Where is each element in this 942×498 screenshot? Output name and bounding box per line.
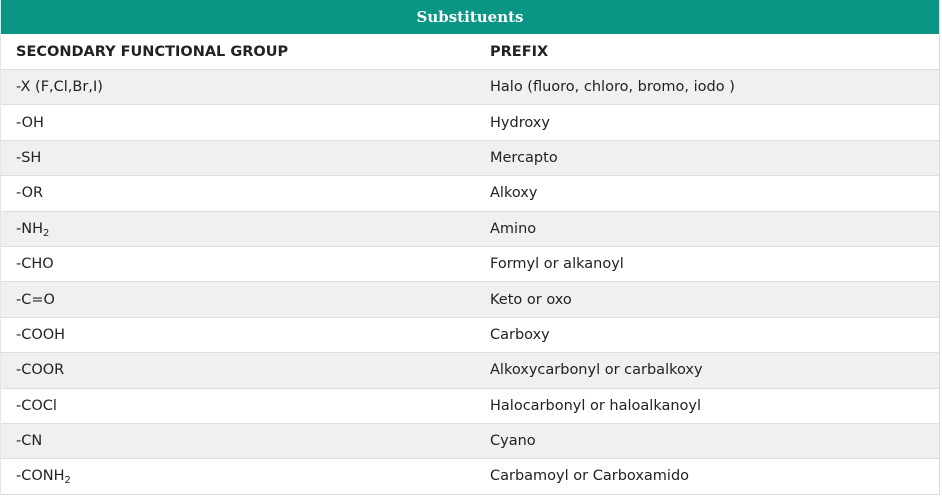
cell-functional-group: -OH — [1, 115, 490, 131]
cell-functional-group: -SH — [1, 150, 490, 166]
cell-functional-group: -COOH — [1, 327, 490, 343]
functional-group-formula: -C=O — [16, 291, 55, 308]
functional-group-formula: -COOH — [16, 326, 66, 343]
cell-prefix: Alkoxycarbonyl or carbalkoxy — [490, 362, 703, 379]
cell-functional-group: -X (F,Cl,Br,I) — [1, 79, 490, 95]
table-row: -COOH Carboxy — [1, 317, 939, 354]
table-row: -CHO Formyl or alkanoyl — [1, 246, 939, 283]
table-row: -CONH2 Carbamoyl or Carboxamido — [1, 459, 939, 495]
cell-functional-group: -OR — [1, 185, 490, 201]
functional-group-formula: -COOR — [16, 362, 65, 379]
table-row: -SH Mercapto — [1, 140, 939, 177]
table-header-row: SECONDARY FUNCTIONAL GROUP PREFIX — [1, 34, 939, 70]
cell-functional-group: -CONH2 — [1, 468, 490, 487]
table-row: -X (F,Cl,Br,I) Halo (fluoro, chloro, brom… — [1, 70, 939, 106]
cell-prefix: Alkoxy — [490, 185, 538, 202]
cell-functional-group: -NH2 — [1, 220, 490, 239]
functional-group-formula: -CN — [16, 433, 43, 450]
cell-functional-group: -CHO — [1, 256, 490, 272]
cell-functional-group: -CN — [1, 433, 490, 449]
functional-group-formula: -X (F,Cl,Br,I) — [16, 79, 103, 96]
cell-prefix: Carboxy — [490, 326, 550, 343]
table-row: -CN Cyano — [1, 423, 939, 460]
cell-prefix: Formyl or alkanoyl — [490, 256, 624, 273]
table-row: -C=O Keto or oxo — [1, 282, 939, 318]
functional-group-formula: -OH — [16, 114, 44, 131]
cell-prefix: Amino — [490, 220, 537, 237]
header-secondary-functional-group: SECONDARY FUNCTIONAL GROUP — [16, 43, 289, 60]
cell-functional-group: -COOR — [1, 362, 490, 378]
cell-prefix: Keto or oxo — [490, 291, 572, 308]
functional-group-formula: -CONH — [16, 468, 65, 485]
table-body: -X (F,Cl,Br,I) Halo (fluoro, chloro, brom… — [1, 70, 939, 495]
formula-subscript: 2 — [42, 227, 50, 239]
cell-prefix: Halo (fluoro, chloro, bromo, iodo ) — [490, 79, 735, 96]
substituents-table: Substituents SECONDARY FUNCTIONAL GROUP … — [0, 0, 940, 495]
table-title: Substituents — [1, 0, 939, 34]
table-row: -COOR Alkoxycarbonyl or carbalkoxy — [1, 353, 939, 389]
header-prefix: PREFIX — [490, 43, 549, 60]
table-row: -NH2 Amino — [1, 211, 939, 247]
table-row: -COCl Halocarbonyl or haloalkanoyl — [1, 388, 939, 424]
formula-subscript: 2 — [64, 475, 71, 487]
cell-prefix: Halocarbonyl or haloalkanoyl — [490, 397, 702, 414]
cell-prefix: Cyano — [490, 433, 536, 450]
table-row: -OH Hydroxy — [1, 105, 939, 141]
functional-group-formula: -SH — [16, 149, 42, 166]
functional-group-formula: -COCl — [16, 397, 57, 414]
cell-functional-group: -COCl — [1, 398, 490, 414]
cell-functional-group: -C=O — [1, 292, 490, 308]
functional-group-formula: -CHO — [16, 256, 54, 273]
cell-prefix: Hydroxy — [490, 114, 550, 131]
table-row: -OR Alkoxy — [1, 176, 939, 212]
cell-prefix: Carbamoyl or Carboxamido — [490, 468, 690, 485]
functional-group-formula: -OR — [16, 185, 44, 202]
functional-group-formula: -NH — [16, 220, 43, 237]
cell-prefix: Mercapto — [490, 149, 558, 166]
